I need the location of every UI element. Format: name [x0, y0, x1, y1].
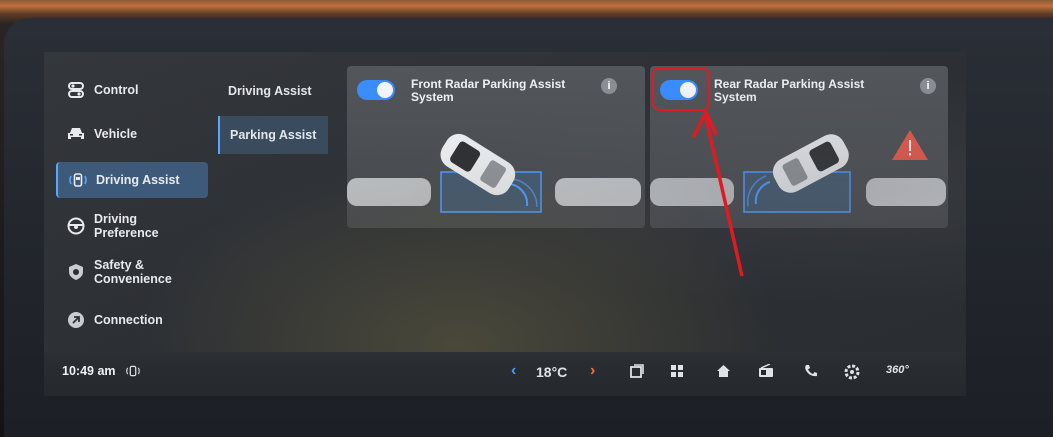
annotation-arrow — [692, 110, 744, 277]
photo-frame: Control Vehicle Driving Assist Driving P… — [0, 0, 1053, 437]
